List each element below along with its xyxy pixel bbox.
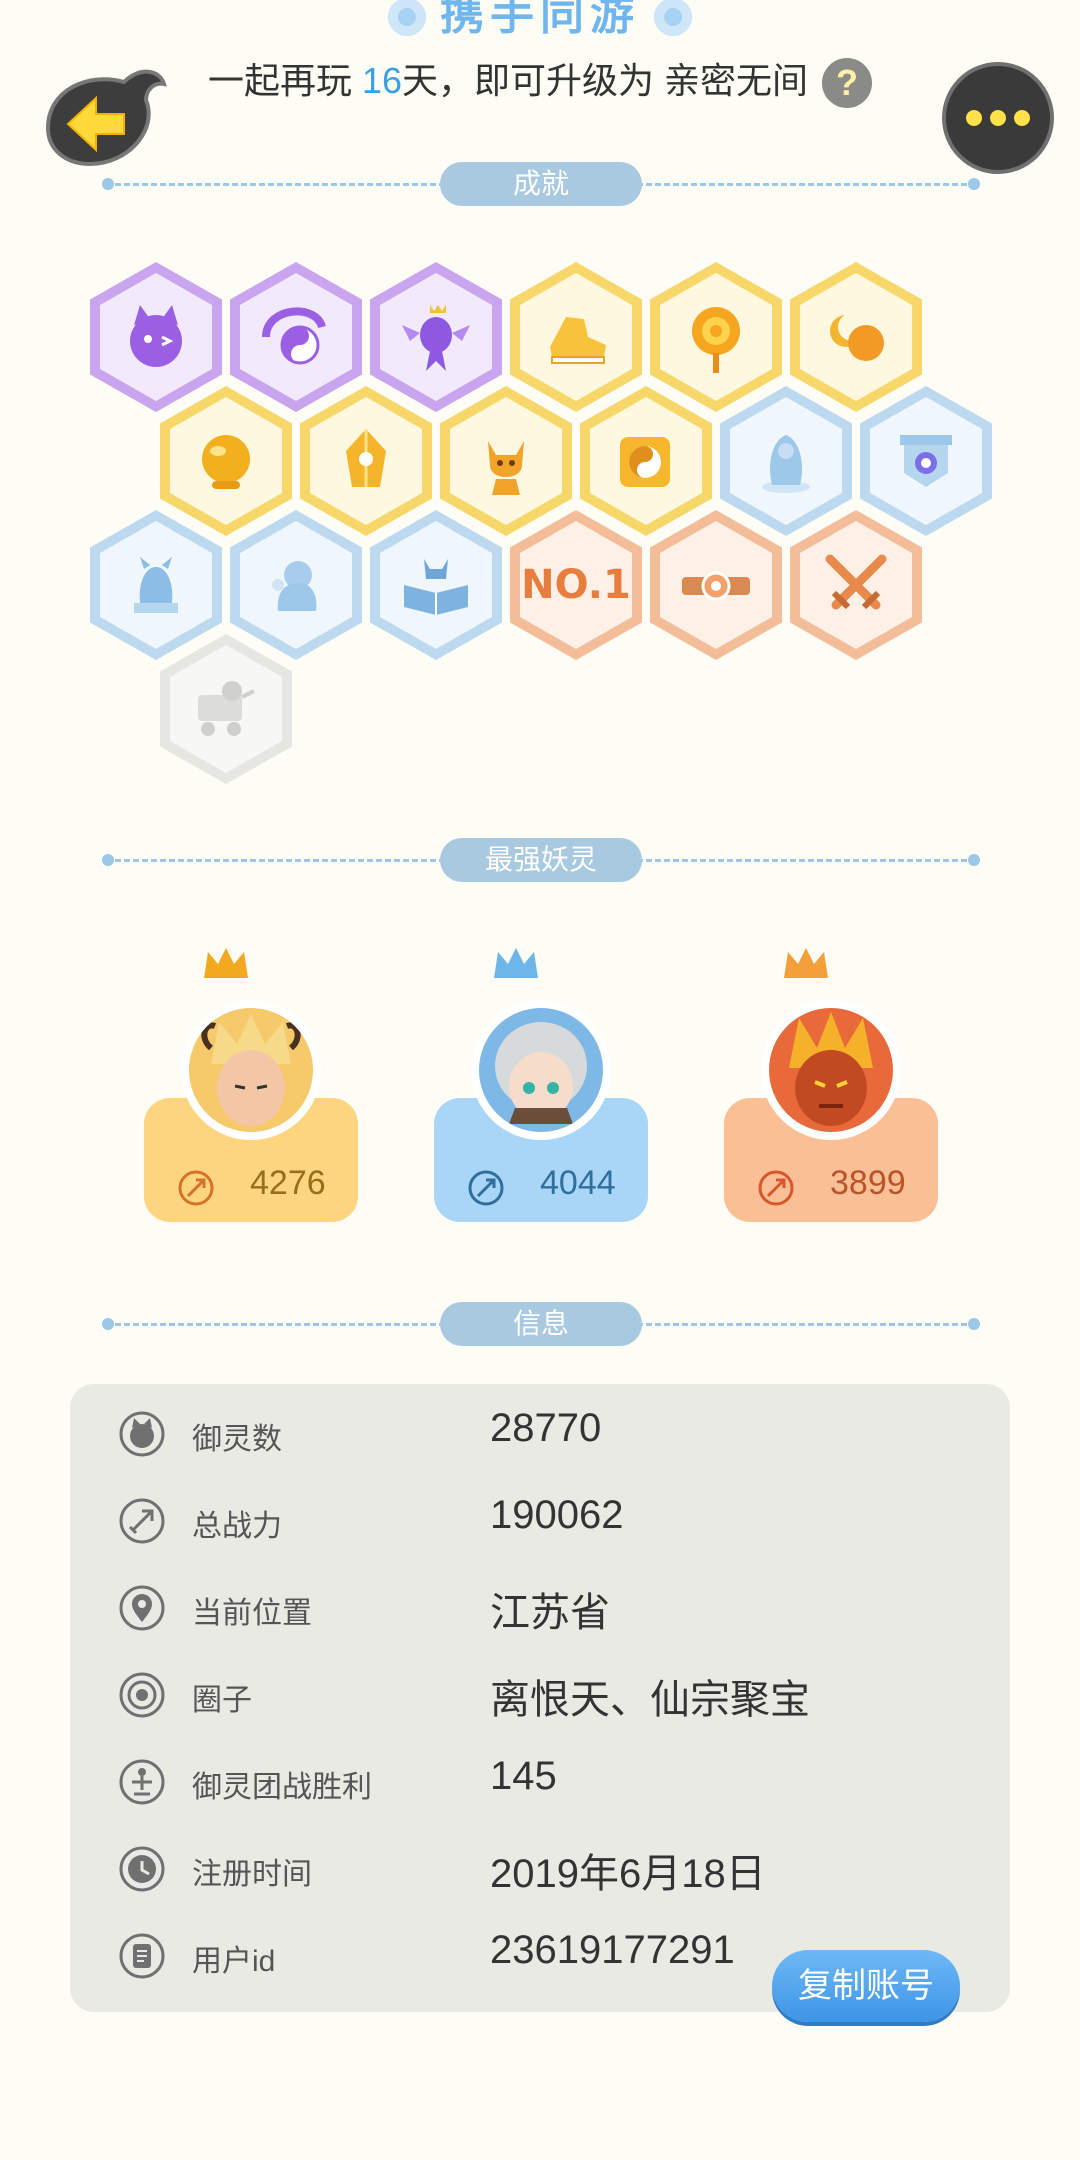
- open-book-icon: [404, 559, 468, 615]
- spirit-card-3[interactable]: 3899: [724, 944, 938, 1224]
- section-label: 成就: [440, 162, 642, 206]
- info-label: 圈子: [192, 1684, 252, 1717]
- belt-buckle-icon: [682, 571, 750, 601]
- info-divider: 信息: [102, 1302, 980, 1346]
- spirit-count-icon: [119, 1411, 165, 1457]
- spirit-card-1[interactable]: 4276: [144, 944, 358, 1224]
- spirit-avatar: [181, 1000, 321, 1140]
- power-icon: [468, 1170, 504, 1206]
- sun-mirror-icon: [692, 307, 740, 373]
- info-label: 用户id: [192, 1945, 276, 1978]
- divider-dot: [102, 1318, 114, 1330]
- achievement-badge[interactable]: [650, 510, 782, 660]
- devil-cat-icon: [130, 305, 182, 367]
- info-label: 御灵数: [192, 1423, 282, 1456]
- achievements-divider: 成就: [102, 162, 980, 206]
- divider-dot: [968, 1318, 980, 1330]
- more-dot-icon: [966, 110, 982, 126]
- strongest-divider: 最强妖灵: [102, 838, 980, 882]
- crystal-pet-icon: [272, 561, 317, 611]
- clock-icon: [119, 1846, 165, 1892]
- page-title: 携手同游: [0, 0, 1080, 42]
- info-row-register-time: 注册时间 2019年6月18日: [70, 1833, 1010, 1903]
- info-row-location: 当前位置 江苏省: [70, 1572, 1010, 1642]
- info-value: 江苏省: [490, 1591, 610, 1635]
- more-dot-icon: [1014, 110, 1030, 126]
- flower-right-icon: [654, 0, 692, 37]
- gold-crystal-icon: [346, 429, 386, 487]
- spirit-power: 3899: [830, 1164, 906, 1202]
- yin-yang-swirl-icon: [262, 307, 326, 365]
- section-label: 最强妖灵: [440, 838, 642, 882]
- gold-crown-icon: [204, 948, 248, 978]
- info-value: 离恨天、仙宗聚宝: [490, 1678, 810, 1722]
- spirit-avatar: [471, 1000, 611, 1140]
- section-label: 信息: [440, 1302, 642, 1346]
- info-value: 190062: [490, 1493, 624, 1537]
- cat-cart-icon: [198, 681, 255, 736]
- power-icon: [178, 1170, 214, 1206]
- help-button[interactable]: ?: [822, 58, 873, 109]
- achievement-badge[interactable]: NO.1: [510, 510, 642, 660]
- circle-target-icon: [119, 1672, 165, 1718]
- gold-orb-icon: [202, 435, 250, 489]
- flower-left-icon: [388, 0, 426, 37]
- info-row-circle: 圈子 离恨天、仙宗聚宝: [70, 1659, 1010, 1729]
- crowned-fish-icon: [402, 305, 470, 371]
- spirit-power: 4044: [540, 1164, 616, 1202]
- more-button[interactable]: [942, 62, 1054, 174]
- achievement-badge[interactable]: [790, 510, 922, 660]
- info-value: 23619177291: [490, 1928, 735, 1972]
- subtitle-prefix: 一起再玩: [207, 60, 352, 101]
- info-value: 145: [490, 1754, 557, 1798]
- power-icon: [758, 1170, 794, 1206]
- more-dot-icon: [990, 110, 1006, 126]
- sneaker-icon: [550, 317, 606, 364]
- divider-dot: [102, 178, 114, 190]
- subtitle-days: 16: [361, 60, 403, 101]
- info-row-team-victory: 御灵团战胜利 145: [70, 1746, 1010, 1816]
- id-book-icon: [119, 1933, 165, 1979]
- info-label: 御灵团战胜利: [192, 1771, 372, 1804]
- crossed-swords-icon: [825, 554, 887, 610]
- info-value: 2019年6月18日: [490, 1852, 766, 1896]
- blue-crown-icon: [494, 948, 538, 978]
- divider-dot: [968, 854, 980, 866]
- spirit-power: 4276: [250, 1164, 326, 1202]
- orange-crown-icon: [784, 948, 828, 978]
- info-card: 御灵数 28770 总战力 190062 当前位置 江苏省 圈子 离恨天、仙宗聚…: [70, 1384, 1010, 2022]
- subtitle-suffix: 天，即可升级为 亲密无间: [402, 60, 809, 101]
- info-row-spirit-count: 御灵数 28770: [70, 1398, 1010, 1468]
- eye-shield-icon: [900, 435, 952, 487]
- info-label: 注册时间: [192, 1858, 312, 1891]
- beast-statue-icon: [134, 557, 178, 613]
- team-victory-icon: [119, 1759, 165, 1805]
- info-value: 28770: [490, 1406, 602, 1450]
- fox-spirit-icon: [488, 441, 524, 495]
- info-label: 当前位置: [192, 1597, 312, 1630]
- info-row-total-power: 总战力 190062: [70, 1485, 1010, 1555]
- sword-power-icon: [119, 1498, 165, 1544]
- achievement-badge[interactable]: [370, 510, 502, 660]
- divider-dot: [968, 178, 980, 190]
- taiji-scroll-icon: [620, 437, 670, 487]
- achievement-badge[interactable]: [160, 634, 292, 784]
- spirit-card-2[interactable]: 4044: [434, 944, 648, 1224]
- info-label: 总战力: [192, 1510, 282, 1543]
- moon-sun-icon: [830, 313, 884, 361]
- divider-dot: [102, 854, 114, 866]
- spirit-avatar: [761, 1000, 901, 1140]
- spirit-statue-icon: [762, 435, 810, 493]
- location-pin-icon: [119, 1585, 165, 1631]
- copy-account-button[interactable]: 复制账号: [772, 1950, 960, 2022]
- no1-badge-icon: NO.1: [521, 562, 631, 608]
- page-title-text: 携手同游: [440, 0, 640, 39]
